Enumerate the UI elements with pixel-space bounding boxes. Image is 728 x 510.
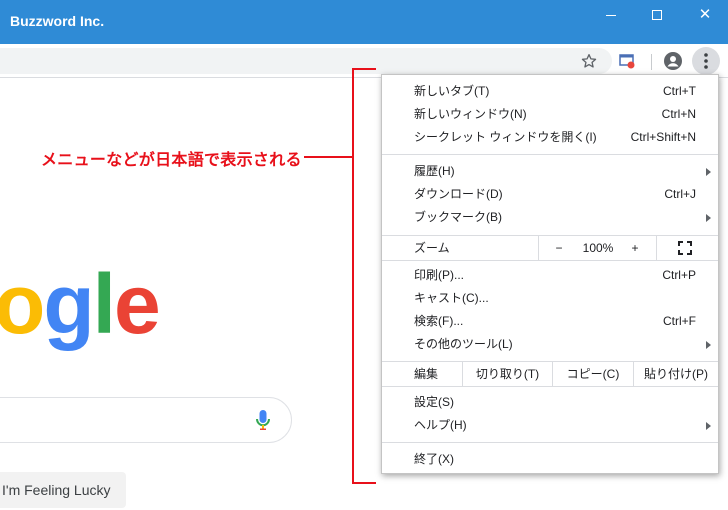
search-input[interactable] bbox=[0, 397, 292, 443]
menu-item-print[interactable]: 印刷(P)... Ctrl+P bbox=[382, 264, 718, 287]
chrome-menu: 新しいタブ(T) Ctrl+T 新しいウィンドウ(N) Ctrl+N シークレッ… bbox=[381, 74, 719, 474]
google-logo: ogle bbox=[0, 257, 161, 351]
menu-item-help[interactable]: ヘルプ(H) bbox=[382, 414, 718, 437]
menu-item-label: 終了(X) bbox=[414, 452, 454, 466]
menu-item-shortcut: Ctrl+T bbox=[663, 84, 696, 98]
logo-letter-o: o bbox=[0, 257, 45, 351]
logo-letter-g: g bbox=[43, 257, 94, 351]
menu-item-find[interactable]: 検索(F)... Ctrl+F bbox=[382, 310, 718, 333]
menu-divider bbox=[382, 386, 718, 387]
submenu-arrow-icon bbox=[704, 206, 712, 229]
microphone-icon[interactable] bbox=[252, 408, 274, 432]
feeling-lucky-button[interactable]: I'm Feeling Lucky bbox=[0, 472, 126, 508]
menu-item-cast[interactable]: キャスト(C)... bbox=[382, 287, 718, 310]
menu-item-bookmarks[interactable]: ブックマーク(B) bbox=[382, 206, 718, 229]
close-icon: ✕ bbox=[698, 6, 712, 23]
vertical-dots-icon bbox=[704, 53, 708, 69]
zoom-in-button[interactable]: + bbox=[624, 236, 646, 260]
logo-letter-e: e bbox=[113, 257, 161, 351]
menu-item-new-tab[interactable]: 新しいタブ(T) Ctrl+T bbox=[382, 80, 718, 103]
paste-button[interactable]: 貼り付け(P) bbox=[634, 362, 718, 386]
logo-letter-l: l bbox=[92, 257, 116, 351]
edit-label: 編集 bbox=[414, 367, 439, 381]
zoom-label: ズーム bbox=[414, 241, 450, 255]
submenu-arrow-icon bbox=[704, 160, 712, 183]
menu-item-label: ダウンロード(D) bbox=[414, 187, 503, 201]
zoom-level: 100% bbox=[582, 241, 614, 255]
account-icon[interactable] bbox=[660, 48, 686, 74]
menu-item-more-tools[interactable]: その他のツール(L) bbox=[382, 333, 718, 356]
menu-divider bbox=[382, 442, 718, 443]
annotation-bracket bbox=[352, 68, 376, 484]
bookmark-star-icon[interactable] bbox=[576, 48, 602, 74]
edit-row: 編集 切り取り(T) コピー(C) 貼り付け(P) bbox=[382, 362, 718, 386]
fullscreen-icon[interactable] bbox=[678, 241, 692, 255]
cut-button[interactable]: 切り取り(T) bbox=[463, 362, 552, 386]
menu-item-exit[interactable]: 終了(X) bbox=[382, 448, 718, 471]
zoom-divider bbox=[538, 236, 539, 260]
toolbar-divider bbox=[651, 54, 652, 70]
menu-item-shortcut: Ctrl+P bbox=[662, 268, 696, 282]
menu-divider bbox=[382, 260, 718, 261]
menu-button[interactable] bbox=[692, 47, 720, 75]
menu-item-label: 検索(F)... bbox=[414, 314, 464, 328]
menu-item-downloads[interactable]: ダウンロード(D) Ctrl+J bbox=[382, 183, 718, 206]
copy-button[interactable]: コピー(C) bbox=[553, 362, 633, 386]
menu-item-shortcut: Ctrl+Shift+N bbox=[630, 130, 696, 144]
menu-item-label: 新しいタブ(T) bbox=[414, 84, 490, 98]
close-button[interactable]: ✕ bbox=[682, 0, 728, 32]
minimize-button[interactable] bbox=[588, 0, 634, 32]
menu-item-history[interactable]: 履歴(H) bbox=[382, 160, 718, 183]
cast-extension-icon[interactable] bbox=[614, 48, 640, 74]
minimize-icon bbox=[606, 14, 616, 16]
title-bar: Buzzword Inc. ✕ bbox=[0, 0, 728, 44]
menu-item-label: その他のツール(L) bbox=[414, 337, 513, 351]
menu-item-shortcut: Ctrl+N bbox=[661, 107, 696, 121]
zoom-divider bbox=[656, 236, 657, 260]
maximize-button[interactable] bbox=[634, 0, 680, 32]
menu-item-new-window[interactable]: 新しいウィンドウ(N) Ctrl+N bbox=[382, 103, 718, 126]
menu-item-label: 印刷(P)... bbox=[414, 268, 464, 282]
menu-item-label: シークレット ウィンドウを開く(I) bbox=[414, 130, 597, 144]
menu-divider bbox=[382, 154, 718, 155]
menu-item-label: 履歴(H) bbox=[414, 164, 455, 178]
menu-item-shortcut: Ctrl+F bbox=[663, 314, 696, 328]
menu-item-label: 新しいウィンドウ(N) bbox=[414, 107, 527, 121]
zoom-row: ズーム − 100% + bbox=[382, 236, 718, 260]
menu-item-label: ブックマーク(B) bbox=[414, 210, 502, 224]
menu-item-label: 設定(S) bbox=[414, 395, 454, 409]
zoom-out-button[interactable]: − bbox=[548, 236, 570, 260]
menu-item-settings[interactable]: 設定(S) bbox=[382, 391, 718, 414]
submenu-arrow-icon bbox=[704, 333, 712, 356]
submenu-arrow-icon bbox=[704, 414, 712, 437]
menu-item-shortcut: Ctrl+J bbox=[664, 187, 696, 201]
menu-item-incognito[interactable]: シークレット ウィンドウを開く(I) Ctrl+Shift+N bbox=[382, 126, 718, 149]
annotation-text: メニューなどが日本語で表示される bbox=[41, 152, 302, 169]
annotation-leader-line bbox=[304, 156, 354, 158]
window-title: Buzzword Inc. bbox=[10, 13, 105, 29]
address-bar[interactable] bbox=[0, 48, 612, 74]
menu-item-label: キャスト(C)... bbox=[414, 291, 489, 305]
menu-item-label: ヘルプ(H) bbox=[414, 418, 467, 432]
maximize-icon bbox=[652, 10, 662, 21]
